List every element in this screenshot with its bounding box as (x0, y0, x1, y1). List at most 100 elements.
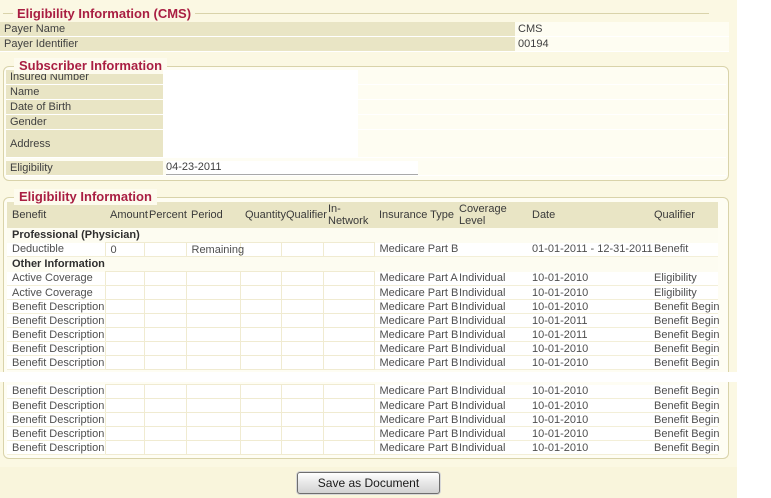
table-cell: 01-01-2011 - 12-31-2011 (527, 243, 649, 257)
table-cell (144, 300, 186, 314)
field-label: Payer Name (0, 22, 515, 36)
table-cell (186, 272, 240, 286)
table-row: Benefit DescriptionMedicare Part BIndivi… (7, 300, 718, 314)
fieldset-border-line (195, 13, 709, 14)
table-cell: Benefit Description (7, 356, 105, 370)
table-row: Benefit DescriptionMedicare Part BIndivi… (7, 328, 718, 342)
table-cell (105, 300, 144, 314)
table-cell: Individual (454, 314, 527, 328)
table-cell (105, 385, 144, 399)
field-value (163, 70, 726, 84)
table-cell: Individual (454, 300, 527, 314)
table-cell: Medicare Part B (374, 243, 454, 257)
table-cell: Individual (454, 413, 527, 427)
table-cell (454, 243, 527, 257)
table-cell (240, 272, 281, 286)
table-cell (281, 413, 323, 427)
table-cell: Individual (454, 385, 527, 399)
table-cell: Benefit Begin (649, 385, 718, 399)
table-cell: Active Coverage (7, 286, 105, 300)
table-cell (323, 314, 374, 328)
table-cell: 0 (105, 243, 144, 257)
table-cell: Benefit Begin (649, 441, 718, 455)
table-cell (240, 314, 281, 328)
eligibility-date-input[interactable]: 04-23-2011 (166, 161, 418, 175)
table-row: Active CoverageMedicare Part BIndividual… (7, 286, 718, 300)
eligibility-page: Eligibility Information (CMS) Payer Name… (0, 0, 771, 498)
field-label: Payer Identifier (0, 37, 515, 51)
footer-bar: Save as Document (0, 467, 737, 498)
table-cell (186, 356, 240, 370)
table-cell (144, 314, 186, 328)
table-cell (186, 342, 240, 356)
table-cell (323, 286, 374, 300)
table-cell: Medicare Part B (374, 399, 454, 413)
table-header-cell: Benefit (7, 202, 105, 228)
fieldset-border-line (3, 13, 13, 14)
table-cell (323, 413, 374, 427)
table-cell (105, 328, 144, 342)
top-section-header: Eligibility Information (CMS) (0, 0, 737, 22)
table-row: Benefit DescriptionMedicare Part BIndivi… (7, 441, 718, 455)
table-row: Benefit Description Medicare Part BIndivi… (7, 385, 718, 399)
table-cell (240, 243, 281, 257)
table-cell: Benefit Description (7, 300, 105, 314)
table-cell: Benefit Description (7, 399, 105, 413)
table-cell (240, 300, 281, 314)
table-cell: 10-01-2010 (527, 399, 649, 413)
field-value (163, 85, 726, 99)
table-header-cell: Qualifier (649, 202, 718, 228)
table-cell (186, 427, 240, 441)
table-cell (105, 314, 144, 328)
table-cell (144, 328, 186, 342)
table-cell: Individual (454, 399, 527, 413)
table-cell: 10-01-2011 (527, 328, 649, 342)
table-cell (144, 342, 186, 356)
save-as-document-button[interactable]: Save as Document (297, 472, 440, 494)
table-header-cell: Qualifier (281, 202, 323, 228)
redacted-value-block (163, 100, 358, 114)
table-cell (323, 300, 374, 314)
table-cell: Benefit Description (7, 441, 105, 455)
table-cell (186, 413, 240, 427)
table-cell: Benefit Begin (649, 328, 718, 342)
eligibility-table-continued: Benefit DescriptionMedicare Part BIndivi… (7, 384, 718, 455)
table-cell (105, 342, 144, 356)
table-cell (240, 413, 281, 427)
table-cell (240, 441, 281, 455)
table-cell: Medicare Part B (374, 385, 454, 399)
field-value (163, 130, 726, 157)
redacted-value-block (163, 130, 358, 157)
table-cell: Benefit Description (7, 314, 105, 328)
table-header-cell: Coverage Level (454, 202, 527, 228)
table-cell (281, 427, 323, 441)
table-cell (240, 399, 281, 413)
table-cell (281, 356, 323, 370)
subscriber-section-title: Subscriber Information (14, 58, 167, 74)
table-cell: Medicare Part B (374, 413, 454, 427)
subscriber-section: Subscriber Information Insured NumberNam… (3, 66, 729, 181)
table-cell: 10-01-2010 (527, 342, 649, 356)
field-row: Name (6, 85, 726, 100)
redacted-value-block (163, 70, 358, 84)
table-header-cell: Insurance Type (374, 202, 454, 228)
table-cell: Benefit Description (7, 385, 105, 399)
table-cell (105, 399, 144, 413)
eligibility-section-title: Eligibility Information (14, 189, 157, 205)
table-cell (323, 342, 374, 356)
table-cell (144, 399, 186, 413)
table-cell: Individual (454, 286, 527, 300)
table-cell (323, 243, 374, 257)
table-header-cell: Date (527, 202, 649, 228)
table-cell: Individual (454, 441, 527, 455)
top-section-title: Eligibility Information (CMS) (13, 6, 195, 21)
table-cell (323, 399, 374, 413)
table-cell (240, 427, 281, 441)
table-cell: Benefit Begin (649, 356, 718, 370)
table-cell: Eligibility (649, 286, 718, 300)
subscriber-rows: Insured NumberNameDate of BirthGenderAdd… (6, 70, 726, 176)
page-break-gap (0, 372, 737, 382)
table-cell (281, 314, 323, 328)
table-cell (144, 427, 186, 441)
table-cell (186, 399, 240, 413)
